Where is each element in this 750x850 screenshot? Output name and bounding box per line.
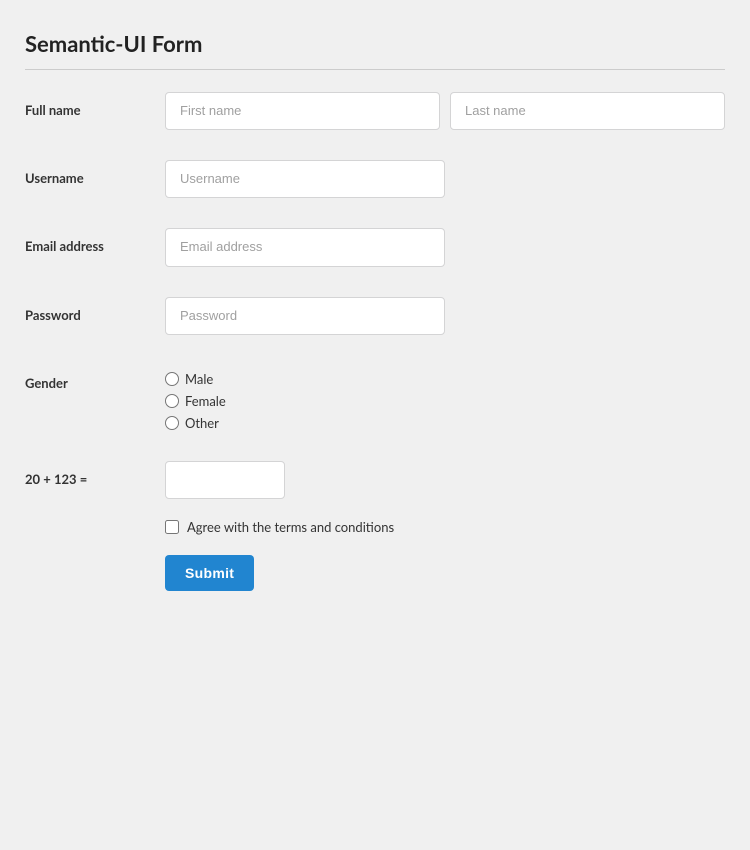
submit-button[interactable]: Submit bbox=[165, 555, 254, 591]
password-input[interactable] bbox=[165, 297, 445, 335]
email-field: Email address bbox=[25, 218, 725, 266]
form-container: Semantic-UI Form Full name Username Emai… bbox=[25, 30, 725, 591]
username-input[interactable] bbox=[165, 160, 445, 198]
gender-other-label: Other bbox=[185, 415, 219, 431]
captcha-input[interactable] bbox=[165, 461, 285, 499]
gender-male-label: Male bbox=[185, 371, 213, 387]
captcha-label: 20 + 123 = bbox=[25, 461, 165, 487]
gender-radio-group: Male Female Other bbox=[165, 365, 226, 431]
gender-female-radio[interactable] bbox=[165, 394, 179, 408]
submit-row: Submit bbox=[165, 555, 725, 591]
gender-field: Gender Male Female Other bbox=[25, 355, 725, 431]
fullname-inputs bbox=[165, 92, 725, 130]
terms-label: Agree with the terms and conditions bbox=[187, 519, 394, 535]
fullname-field: Full name bbox=[25, 82, 725, 130]
username-field: Username bbox=[25, 150, 725, 198]
password-inputs bbox=[165, 297, 725, 335]
gender-other-option[interactable]: Other bbox=[165, 415, 226, 431]
gender-other-radio[interactable] bbox=[165, 416, 179, 430]
username-label: Username bbox=[25, 160, 165, 186]
terms-checkbox[interactable] bbox=[165, 520, 179, 534]
gender-male-option[interactable]: Male bbox=[165, 371, 226, 387]
last-name-input[interactable] bbox=[450, 92, 725, 130]
gender-male-radio[interactable] bbox=[165, 372, 179, 386]
first-name-input[interactable] bbox=[165, 92, 440, 130]
gender-female-option[interactable]: Female bbox=[165, 393, 226, 409]
password-label: Password bbox=[25, 297, 165, 323]
email-inputs bbox=[165, 228, 725, 266]
captcha-inputs bbox=[165, 461, 725, 499]
fullname-label: Full name bbox=[25, 92, 165, 118]
gender-female-label: Female bbox=[185, 393, 226, 409]
captcha-field: 20 + 123 = bbox=[25, 451, 725, 499]
email-label: Email address bbox=[25, 228, 165, 254]
page-title: Semantic-UI Form bbox=[25, 30, 725, 70]
email-input[interactable] bbox=[165, 228, 445, 266]
username-inputs bbox=[165, 160, 725, 198]
terms-row: Agree with the terms and conditions bbox=[165, 519, 725, 535]
password-field: Password bbox=[25, 287, 725, 335]
gender-label: Gender bbox=[25, 365, 165, 391]
